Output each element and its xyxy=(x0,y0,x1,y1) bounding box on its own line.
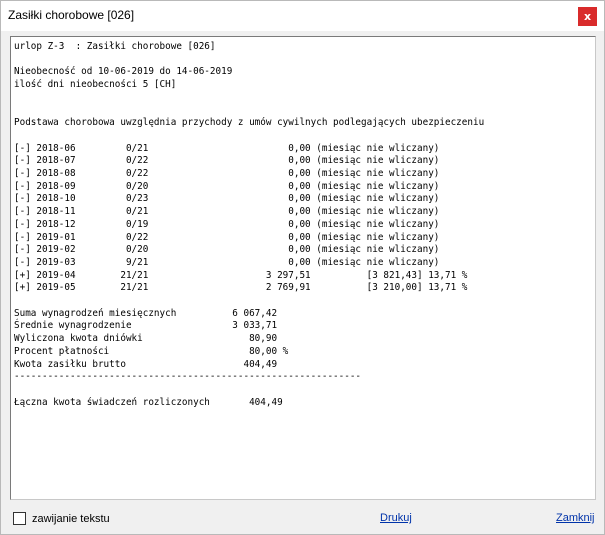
report-text-area[interactable]: urlop Z-3 : Zasiłki chorobowe [026] Nieo… xyxy=(10,36,596,500)
report-line: [+] 2019-05 21/21 2 769,91 [3 210,00] 13… xyxy=(14,282,468,294)
title-bar[interactable]: Zasiłki chorobowe [026] x xyxy=(1,1,604,31)
report-line: urlop Z-3 : Zasiłki chorobowe [026] xyxy=(14,41,216,52)
close-icon[interactable]: x xyxy=(578,7,597,26)
report-line: [-] 2018-10 0/23 0,00 (miesiąc nie wlicz… xyxy=(14,193,440,205)
text-wrap-checkbox[interactable] xyxy=(13,512,26,525)
text-wrap-label: zawijanie tekstu xyxy=(32,512,110,525)
report-line: [-] 2018-08 0/22 0,00 (miesiąc nie wlicz… xyxy=(14,168,440,180)
report-line: [-] 2018-07 0/22 0,00 (miesiąc nie wlicz… xyxy=(14,155,440,167)
report-text: urlop Z-3 : Zasiłki chorobowe [026] Nieo… xyxy=(11,37,595,413)
report-line xyxy=(14,384,592,397)
report-line: [-] 2018-12 0/19 0,00 (miesiąc nie wlicz… xyxy=(14,218,440,230)
report-line: [-] 2019-01 0/22 0,00 (miesiąc nie wlicz… xyxy=(14,231,440,243)
report-line: [-] 2018-11 0/21 0,00 (miesiąc nie wlicz… xyxy=(14,206,440,218)
report-line: Nieobecność od 10-06-2019 do 14-06-2019 xyxy=(14,66,233,78)
report-line: Średnie wynagrodzenie 3 033,71 xyxy=(14,320,278,332)
report-line: Łączna kwota świadczeń rozliczonych 404,… xyxy=(14,396,283,408)
report-line: [+] 2019-04 21/21 3 297,51 [3 821,43] 13… xyxy=(14,269,468,281)
text-wrap-toggle[interactable]: zawijanie tekstu xyxy=(13,512,110,525)
report-line xyxy=(14,295,592,308)
print-link[interactable]: Drukuj xyxy=(380,512,412,524)
dialog-window: Zasiłki chorobowe [026] x urlop Z-3 : Za… xyxy=(0,0,605,535)
report-line: Wyliczona kwota dniówki 80,90 xyxy=(14,333,278,345)
report-line: ilość dni nieobecności 5 [CH] xyxy=(14,79,177,91)
report-line xyxy=(14,92,592,105)
report-line: Suma wynagrodzeń miesięcznych 6 067,42 xyxy=(14,307,278,319)
report-line: ----------------------------------------… xyxy=(14,371,362,383)
report-line: [-] 2019-02 0/20 0,00 (miesiąc nie wlicz… xyxy=(14,244,440,256)
report-line xyxy=(14,54,592,67)
window-title: Zasiłki chorobowe [026] xyxy=(8,8,135,22)
report-line xyxy=(14,130,592,143)
report-line: Procent płatności 80,00 % xyxy=(14,345,289,357)
report-line: Podstawa chorobowa uwzględnia przychody … xyxy=(14,117,485,129)
report-line xyxy=(14,105,592,118)
close-link[interactable]: Zamknij xyxy=(556,512,595,524)
report-line: Kwota zasiłku brutto 404,49 xyxy=(14,358,278,370)
report-line: [-] 2018-06 0/21 0,00 (miesiąc nie wlicz… xyxy=(14,142,440,154)
report-line: [-] 2019-03 9/21 0,00 (miesiąc nie wlicz… xyxy=(14,256,440,268)
report-line: [-] 2018-09 0/20 0,00 (miesiąc nie wlicz… xyxy=(14,180,440,192)
bottom-bar: zawijanie tekstu Drukuj Zamknij xyxy=(1,507,604,533)
